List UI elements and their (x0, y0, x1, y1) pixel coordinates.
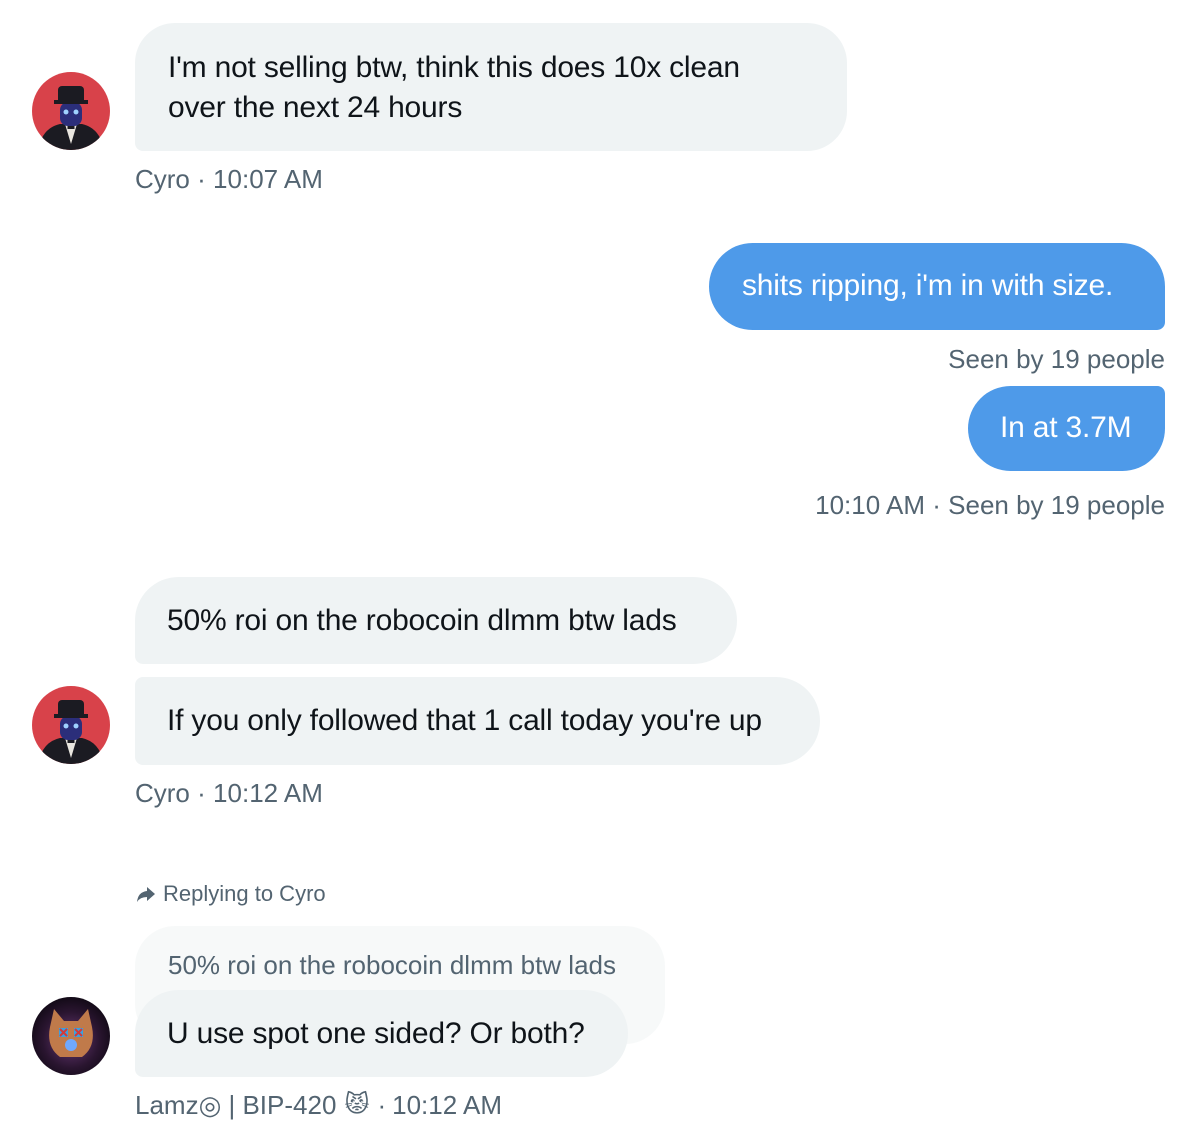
meta-separator: · (932, 490, 941, 520)
message-text-line: I'm not selling btw, think this does 10x… (168, 51, 740, 84)
message-meta: Lamz◎ | BIP-420 😾 · 10:12 AM (135, 1090, 502, 1120)
seen-text: Seen by 19 people (948, 490, 1165, 520)
message-meta: 10:10 AM · Seen by 19 people (815, 490, 1165, 520)
timestamp: 10:12 AM (392, 1090, 502, 1120)
avatar-cyro[interactable] (32, 72, 110, 150)
message-text: In at 3.7M (1000, 411, 1132, 444)
message-text: If you only followed that 1 call today y… (167, 704, 762, 737)
sender-name[interactable]: Lamz◎ | BIP-420 (135, 1090, 336, 1120)
message-bubble[interactable]: shits ripping, i'm in with size. (709, 243, 1165, 330)
meta-separator: · (197, 778, 206, 808)
message-meta: Cyro · 10:12 AM (135, 778, 323, 808)
seen-text: Seen by 19 people (948, 344, 1165, 374)
reply-arrow-icon (135, 883, 157, 905)
message-bubble[interactable]: If you only followed that 1 call today y… (135, 677, 820, 765)
meta-separator: · (197, 164, 206, 194)
timestamp: 10:12 AM (213, 778, 323, 808)
replying-to-text: Replying to Cyro (163, 881, 326, 906)
seen-status: Seen by 19 people (948, 344, 1165, 374)
avatar-lamz[interactable] (32, 997, 110, 1075)
timestamp: 10:10 AM (815, 490, 925, 520)
message-bubble[interactable]: U use spot one sided? Or both? (135, 990, 628, 1077)
sender-name[interactable]: Cyro (135, 164, 190, 194)
message-bubble[interactable]: 50% roi on the robocoin dlmm btw lads (135, 577, 737, 664)
quoted-text: 50% roi on the robocoin dlmm btw lads (168, 950, 617, 980)
message-text: U use spot one sided? Or both? (167, 1017, 585, 1050)
replying-to[interactable]: Replying to Cyro (135, 879, 326, 909)
message-text-line: over the next 24 hours (168, 91, 463, 124)
message-bubble[interactable]: I'm not selling btw, think this does 10x… (135, 23, 847, 151)
message-text: shits ripping, i'm in with size. (742, 269, 1114, 302)
cat-emoji-icon: 😾 (344, 1091, 370, 1118)
avatar-cyro[interactable] (32, 686, 110, 764)
meta-separator: · (377, 1090, 387, 1120)
timestamp: 10:07 AM (213, 164, 323, 194)
sender-name[interactable]: Cyro (135, 778, 190, 808)
message-meta: Cyro · 10:07 AM (135, 164, 323, 194)
message-bubble[interactable]: In at 3.7M (968, 386, 1165, 471)
message-text: 50% roi on the robocoin dlmm btw lads (167, 604, 677, 637)
